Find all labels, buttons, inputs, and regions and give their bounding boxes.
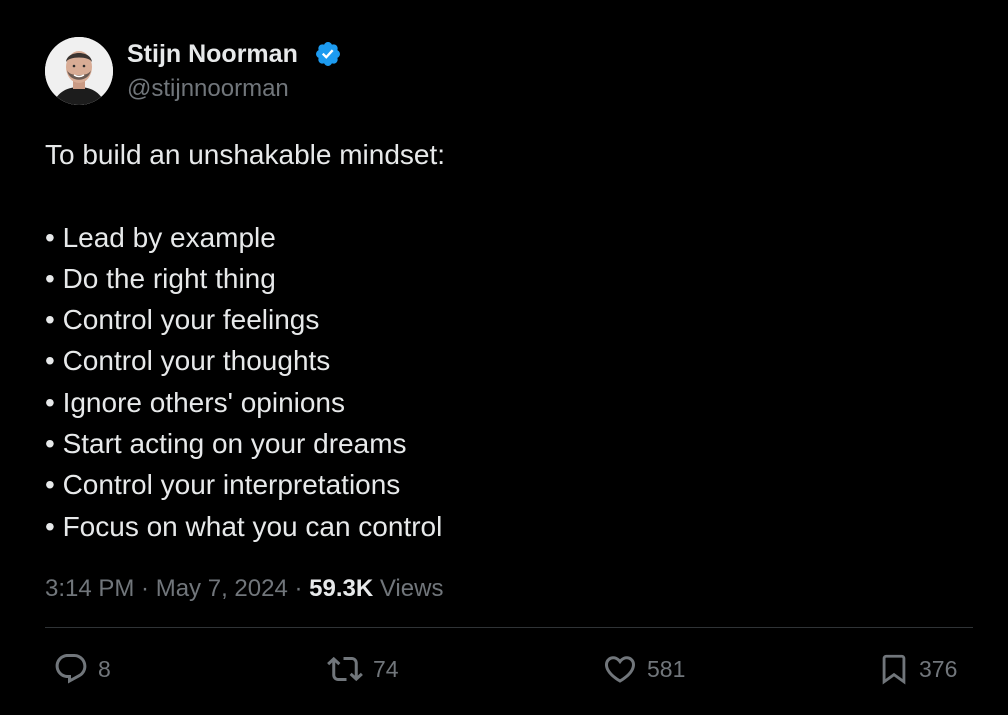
tweet-bullet: • Start acting on your dreams xyxy=(45,428,407,460)
post-date[interactable]: May 7, 2024 xyxy=(156,575,288,602)
like-count: 581 xyxy=(647,655,686,682)
meta-separator: · xyxy=(134,575,156,602)
tweet-bullet: • Control your thoughts xyxy=(45,345,331,377)
profile-photo-icon xyxy=(45,37,113,105)
meta-separator: · xyxy=(287,575,310,602)
bookmark-icon xyxy=(882,654,906,685)
tweet-intro: To build an unshakable mindset: xyxy=(45,139,446,170)
like-button[interactable]: 581 xyxy=(601,651,685,687)
bookmark-count: 376 xyxy=(919,655,958,682)
tweet-bullet: • Ignore others' opinions xyxy=(45,386,346,418)
bookmark-button[interactable]: 376 xyxy=(877,651,957,687)
views-count[interactable]: 59.3K xyxy=(309,575,373,602)
tweet-bullet: • Do the right thing xyxy=(45,262,276,294)
repost-icon xyxy=(327,656,363,682)
views-label: Views xyxy=(379,575,444,602)
avatar[interactable] xyxy=(45,37,113,105)
repost-count: 74 xyxy=(373,655,399,682)
tweet-bullet: • Focus on what you can control xyxy=(45,510,443,542)
tweet-bullet: • Control your feelings xyxy=(45,304,320,336)
divider xyxy=(45,627,973,628)
reply-icon xyxy=(55,654,87,684)
tweet-bullet: • Control your interpretations xyxy=(45,469,401,501)
tweet-metadata: 3:14 PM · May 7, 2024 · 59.3K Views xyxy=(45,574,443,604)
tweet-text: To build an unshakable mindset: • Lead b… xyxy=(45,134,945,547)
user-handle[interactable]: @stijnnoorman xyxy=(127,74,289,104)
repost-button[interactable]: 74 xyxy=(325,651,399,687)
reply-count: 8 xyxy=(98,655,111,682)
tweet-card: Stijn Noorman @stijnnoorman To build an … xyxy=(0,0,1008,715)
verified-badge-icon xyxy=(316,42,340,66)
tweet-bullet: • Lead by example xyxy=(45,221,276,253)
display-name[interactable]: Stijn Noorman xyxy=(127,38,298,70)
reply-button[interactable]: 8 xyxy=(52,651,111,687)
heart-icon xyxy=(604,656,636,683)
post-time[interactable]: 3:14 PM xyxy=(45,575,134,602)
